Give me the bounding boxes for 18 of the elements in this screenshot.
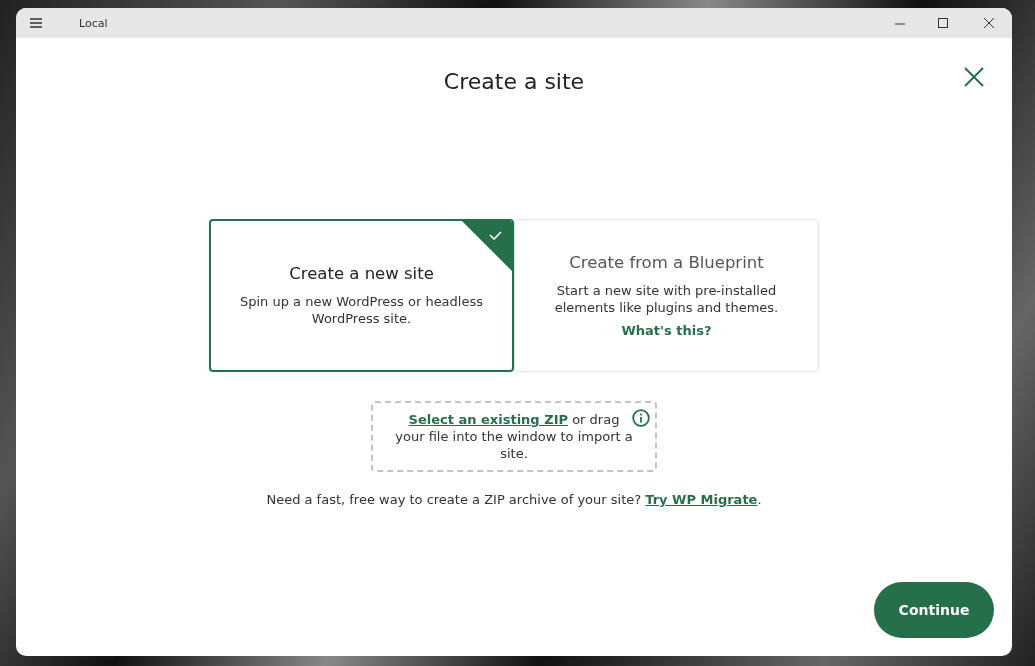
select-zip-link[interactable]: Select an existing ZIP xyxy=(408,412,568,427)
option-description: Start a new site with pre-installed elements like plugins and themes. xyxy=(553,282,780,316)
migrate-prompt: Need a fast, free way to create a ZIP archive of your site? Try WP Migrate. xyxy=(266,492,762,507)
dialog-title: Create a site xyxy=(443,69,585,94)
site-option-card[interactable]: Create a new site Spin up a new WordPress or headless WordPress site. xyxy=(209,219,514,372)
option-title: Create a new site xyxy=(289,264,434,283)
site-option-card[interactable]: Create from a Blueprint Start a new site with pre-installed elements like plugins and themes. What's this? xyxy=(514,219,819,372)
option-description: Spin up a new WordPress or headless WordPress site. xyxy=(239,293,484,327)
whats-this-link[interactable]: What's this? xyxy=(621,323,712,338)
try-wp-migrate-link[interactable]: Try WP Migrate xyxy=(645,492,758,507)
window-title: Local xyxy=(79,16,109,30)
zip-drop-zone[interactable]: Select an existing ZIP or drag your file into the window to import a site. xyxy=(371,401,657,472)
info-icon[interactable] xyxy=(632,409,650,427)
option-title: Create from a Blueprint xyxy=(569,253,764,272)
check-icon xyxy=(462,221,512,271)
import-instructions: Select an existing ZIP or drag your file into the window to import a site. xyxy=(394,411,634,462)
continue-button[interactable]: Continue xyxy=(874,582,994,638)
close-icon[interactable] xyxy=(962,65,986,89)
